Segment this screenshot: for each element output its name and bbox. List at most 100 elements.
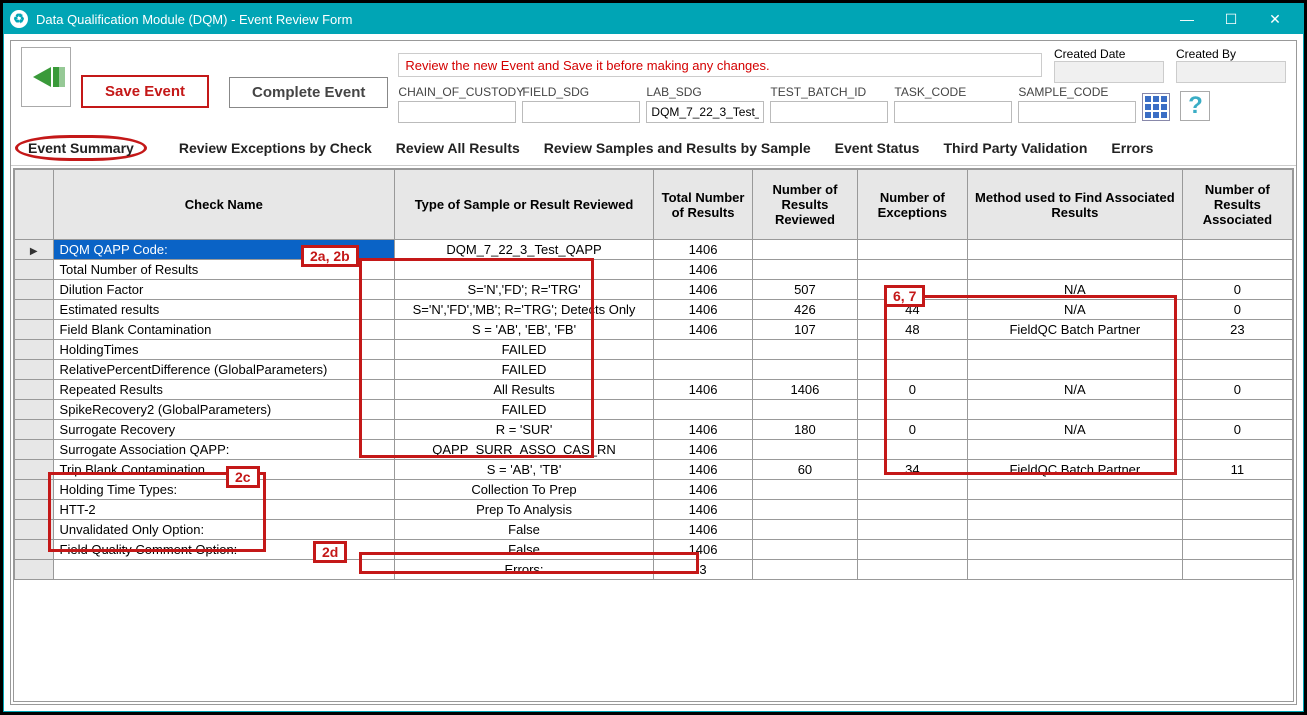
cell-type[interactable]: DQM_7_22_3_Test_QAPP [395,240,654,260]
cell-assoc[interactable]: 0 [1182,420,1292,440]
row-selector[interactable] [15,260,54,280]
table-row[interactable]: DQM QAPP Code:DQM_7_22_3_Test_QAPP1406 [15,240,1293,260]
cell-check[interactable]: Unvalidated Only Option: [53,520,395,540]
chain-of-custody-input[interactable] [398,101,516,123]
cell-type[interactable]: All Results [395,380,654,400]
row-selector[interactable] [15,420,54,440]
row-selector[interactable] [15,560,54,580]
cell-total[interactable] [653,400,752,420]
cell-except[interactable] [857,260,967,280]
cell-assoc[interactable]: 0 [1182,280,1292,300]
cell-type[interactable]: False [395,540,654,560]
cell-type[interactable]: FAILED [395,340,654,360]
tab-errors[interactable]: Errors [1111,140,1153,156]
cell-assoc[interactable] [1182,260,1292,280]
grid-view-icon[interactable] [1142,93,1170,121]
cell-method[interactable] [967,480,1182,500]
row-selector[interactable] [15,460,54,480]
table-row[interactable]: Surrogate RecoveryR = 'SUR'14061800N/A0 [15,420,1293,440]
cell-check[interactable]: SpikeRecovery2 (GlobalParameters) [53,400,395,420]
cell-method[interactable] [967,520,1182,540]
cell-reviewed[interactable] [753,260,858,280]
close-button[interactable]: ✕ [1253,4,1297,34]
save-event-button[interactable]: Save Event [81,75,209,108]
lab-sdg-input[interactable] [646,101,764,123]
cell-check[interactable]: HTT-2 [53,500,395,520]
tab-event-status[interactable]: Event Status [835,140,920,156]
row-selector[interactable] [15,400,54,420]
table-row[interactable]: Errors:3 [15,560,1293,580]
help-icon[interactable]: ? [1180,91,1210,121]
cell-total[interactable]: 1406 [653,520,752,540]
cell-method[interactable] [967,260,1182,280]
cell-type[interactable]: S = 'AB', 'TB' [395,460,654,480]
col-check-name[interactable]: Check Name [53,170,395,240]
cell-check[interactable] [53,560,395,580]
task-code-input[interactable] [894,101,1012,123]
tab-review-all-results[interactable]: Review All Results [396,140,520,156]
cell-type[interactable]: FAILED [395,360,654,380]
cell-assoc[interactable] [1182,400,1292,420]
row-selector[interactable] [15,280,54,300]
cell-except[interactable] [857,440,967,460]
table-row[interactable]: Surrogate Association QAPP:QAPP_SURR_ASS… [15,440,1293,460]
cell-assoc[interactable]: 23 [1182,320,1292,340]
cell-total[interactable] [653,340,752,360]
table-row[interactable]: SpikeRecovery2 (GlobalParameters)FAILED [15,400,1293,420]
cell-assoc[interactable]: 0 [1182,300,1292,320]
cell-except[interactable]: 44 [857,300,967,320]
cell-except[interactable] [857,480,967,500]
col-exceptions[interactable]: Number of Exceptions [857,170,967,240]
cell-type[interactable]: R = 'SUR' [395,420,654,440]
cell-assoc[interactable]: 0 [1182,380,1292,400]
row-selector[interactable] [15,500,54,520]
cell-type[interactable]: S='N','FD','MB'; R='TRG'; Detects Only [395,300,654,320]
field-sdg-input[interactable] [522,101,640,123]
complete-event-button[interactable]: Complete Event [229,77,388,108]
table-row[interactable]: Holding Time Types:Collection To Prep140… [15,480,1293,500]
cell-assoc[interactable] [1182,480,1292,500]
col-total-results[interactable]: Total Number of Results [653,170,752,240]
cell-method[interactable] [967,540,1182,560]
row-selector[interactable] [15,320,54,340]
col-results-associated[interactable]: Number of Results Associated [1182,170,1292,240]
col-results-reviewed[interactable]: Number of Results Reviewed [753,170,858,240]
cell-reviewed[interactable]: 507 [753,280,858,300]
row-selector[interactable] [15,380,54,400]
cell-method[interactable]: N/A [967,380,1182,400]
results-grid[interactable]: Check Name Type of Sample or Result Revi… [13,168,1294,702]
cell-reviewed[interactable] [753,340,858,360]
cell-assoc[interactable] [1182,520,1292,540]
cell-reviewed[interactable]: 107 [753,320,858,340]
row-selector[interactable] [15,540,54,560]
cell-assoc[interactable] [1182,440,1292,460]
cell-type[interactable]: False [395,520,654,540]
maximize-button[interactable]: ☐ [1209,4,1253,34]
cell-check[interactable]: Surrogate Association QAPP: [53,440,395,460]
cell-reviewed[interactable]: 180 [753,420,858,440]
cell-assoc[interactable] [1182,240,1292,260]
cell-method[interactable] [967,240,1182,260]
cell-method[interactable]: FieldQC Batch Partner [967,320,1182,340]
table-row[interactable]: HTT-2Prep To Analysis1406 [15,500,1293,520]
cell-reviewed[interactable]: 1406 [753,380,858,400]
cell-check[interactable]: Dilution Factor [53,280,395,300]
cell-method[interactable] [967,440,1182,460]
cell-total[interactable]: 1406 [653,420,752,440]
cell-total[interactable]: 1406 [653,240,752,260]
row-selector[interactable] [15,340,54,360]
cell-total[interactable]: 1406 [653,380,752,400]
cell-except[interactable]: 0 [857,420,967,440]
cell-method[interactable] [967,400,1182,420]
cell-except[interactable]: 0 [857,380,967,400]
cell-total[interactable]: 1406 [653,460,752,480]
cell-reviewed[interactable] [753,360,858,380]
row-selector[interactable] [15,440,54,460]
cell-assoc[interactable] [1182,340,1292,360]
table-row[interactable]: Repeated ResultsAll Results140614060N/A0 [15,380,1293,400]
cell-check[interactable]: Holding Time Types: [53,480,395,500]
cell-check[interactable]: Estimated results [53,300,395,320]
test-batch-id-input[interactable] [770,101,888,123]
cell-total[interactable]: 1406 [653,300,752,320]
cell-total[interactable]: 1406 [653,500,752,520]
